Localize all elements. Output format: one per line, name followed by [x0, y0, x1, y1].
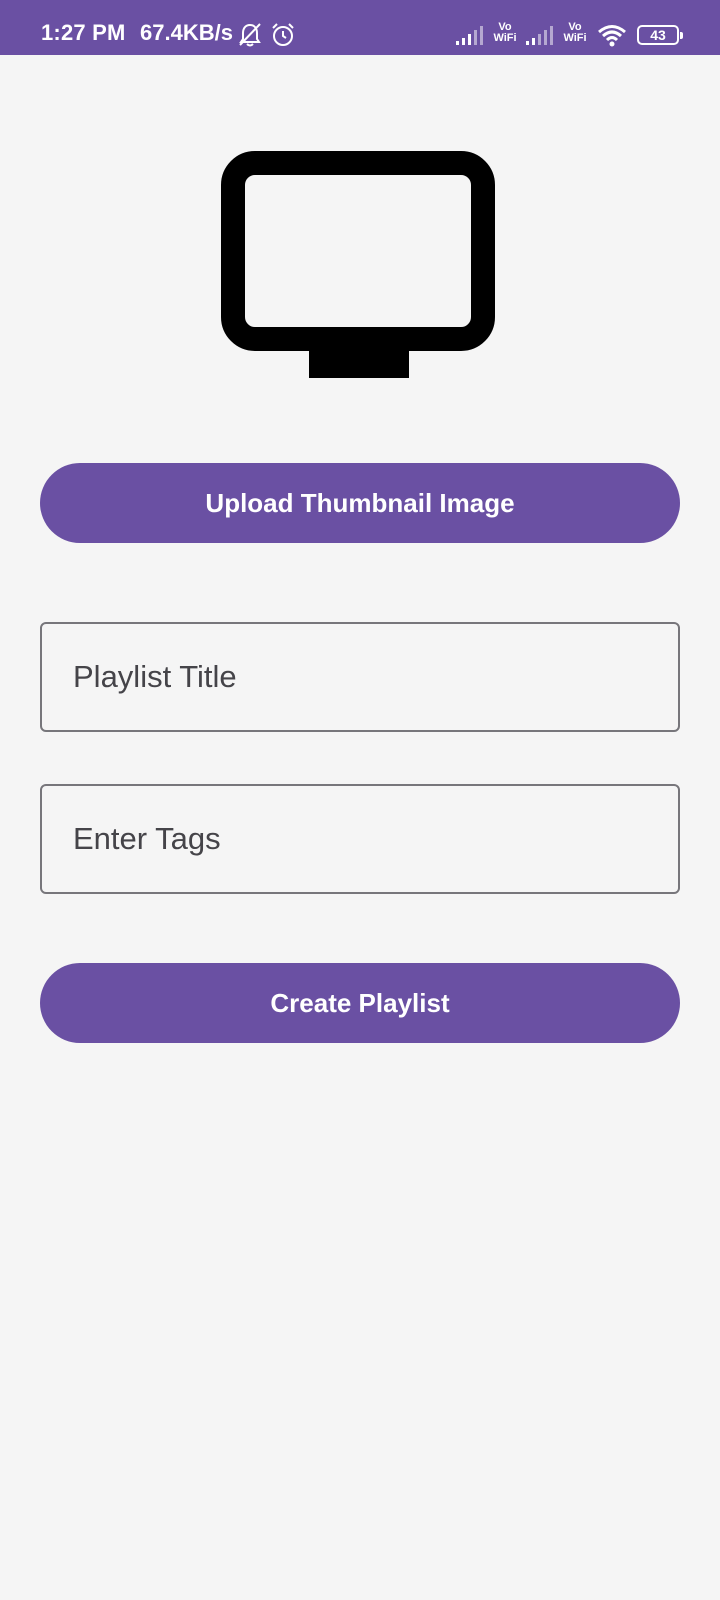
battery-icon: 43	[637, 25, 683, 45]
playlist-title-field[interactable]: Playlist Title	[40, 622, 680, 732]
signal-icon	[456, 26, 483, 45]
status-bar: 1:27 PM 67.4KB/s Vo WiFi Vo WiFi 43	[0, 0, 720, 55]
upload-thumbnail-button[interactable]: Upload Thumbnail Image	[40, 463, 680, 543]
status-network-speed: 67.4KB/s	[140, 20, 233, 45]
wifi-icon	[598, 25, 626, 47]
wifi-text: WiFi	[563, 32, 587, 44]
create-playlist-button[interactable]: Create Playlist	[40, 963, 680, 1043]
vowifi-label-2: Vo WiFi	[560, 22, 590, 44]
alarm-icon	[272, 23, 294, 46]
mute-bell-icon	[239, 23, 261, 47]
create-playlist-label: Create Playlist	[270, 987, 450, 1018]
upload-thumbnail-label: Upload Thumbnail Image	[205, 487, 515, 518]
vowifi-label-1: Vo WiFi	[490, 22, 520, 44]
playlist-title-placeholder: Playlist Title	[73, 659, 237, 694]
tv-icon	[221, 151, 495, 378]
signal-icon	[526, 26, 553, 45]
tags-field[interactable]: Enter Tags	[40, 784, 680, 894]
wifi-text: WiFi	[493, 32, 517, 44]
status-time: 1:27 PM	[41, 20, 126, 45]
tags-placeholder: Enter Tags	[73, 821, 221, 856]
